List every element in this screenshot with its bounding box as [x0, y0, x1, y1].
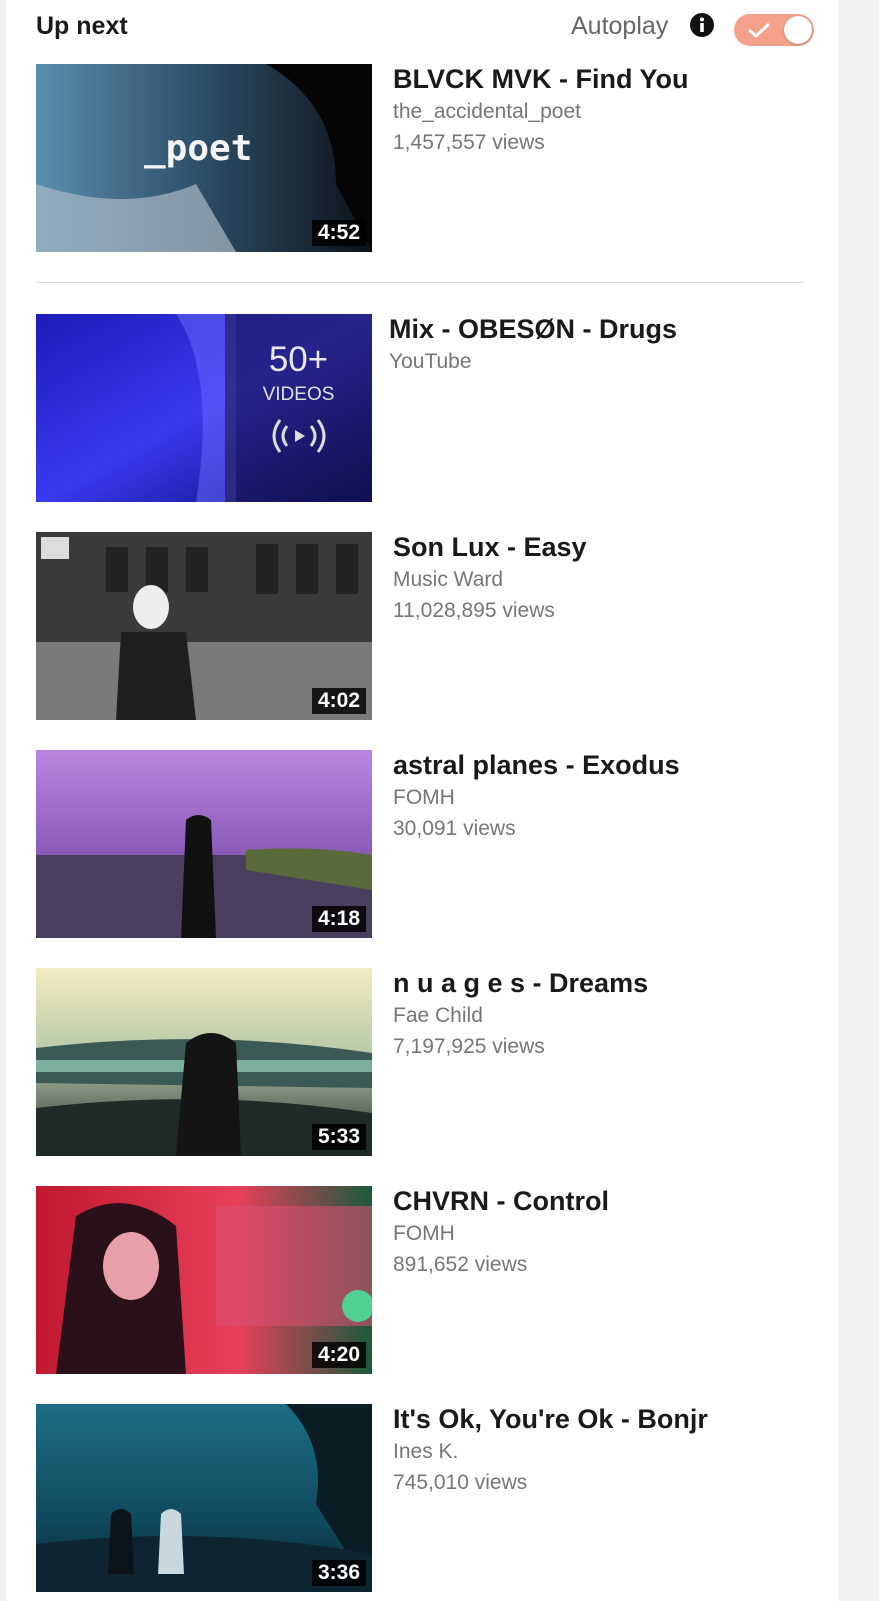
duration-badge: 4:52	[311, 220, 366, 246]
thumbnail-overlay-text: _poet	[144, 128, 252, 169]
view-count: 30,091 views	[393, 817, 516, 840]
video-title[interactable]: CHVRN - Control	[393, 1186, 609, 1217]
duration-badge: 4:02	[311, 688, 366, 714]
scrollbar-track[interactable]	[838, 0, 879, 1601]
channel-name: FOMH	[393, 1222, 455, 1245]
up-next-panel: Up next Autoplay _poet 4:52 BLVCK MVK - …	[6, 0, 838, 1601]
playlist-count: 50+	[268, 340, 329, 379]
video-title[interactable]: It's Ok, You're Ok - Bonjr	[393, 1404, 708, 1435]
channel-name: Fae Child	[393, 1004, 483, 1027]
video-title[interactable]: n u a g e s - Dreams	[393, 968, 648, 999]
video-title[interactable]: Son Lux - Easy	[393, 532, 587, 563]
channel-name: the_accidental_poet	[393, 100, 581, 123]
up-next-header: Up next Autoplay	[6, 0, 838, 56]
view-count: 11,028,895 views	[393, 599, 555, 622]
view-count: 745,010 views	[393, 1471, 528, 1494]
video-thumbnail[interactable]: 4:20	[36, 1186, 372, 1374]
autoplay-label: Autoplay	[571, 12, 669, 40]
check-icon	[748, 22, 771, 39]
video-item[interactable]: 4:18 astral planes - Exodus FOMH 30,091 …	[36, 750, 816, 940]
video-thumbnail[interactable]: 3:36	[36, 1404, 372, 1592]
toggle-knob	[784, 16, 812, 44]
mix-broadcast-icon	[272, 419, 326, 453]
playlist-thumbnail[interactable]: 50+ VIDEOS	[36, 314, 372, 502]
playlist-count-label: VIDEOS	[262, 384, 335, 405]
up-next-heading: Up next	[36, 12, 128, 40]
playlist-title[interactable]: Mix - OBESØN - Drugs	[389, 314, 677, 345]
video-thumbnail[interactable]: 4:18	[36, 750, 372, 938]
view-count: 891,652 views	[393, 1253, 528, 1276]
autoplay-toggle[interactable]	[734, 14, 814, 46]
duration-badge: 4:20	[311, 1342, 366, 1368]
video-item[interactable]: 4:02 Son Lux - Easy Music Ward 11,028,89…	[36, 532, 816, 722]
video-item[interactable]: _poet 4:52 BLVCK MVK - Find You the_acci…	[36, 64, 816, 254]
view-count: 7,197,925 views	[393, 1035, 545, 1058]
channel-name: FOMH	[393, 786, 455, 809]
video-thumbnail[interactable]: 4:02	[36, 532, 372, 720]
channel-name: Ines K.	[393, 1440, 459, 1463]
video-thumbnail[interactable]: 5:33	[36, 968, 372, 1156]
view-count: 1,457,557 views	[393, 131, 545, 154]
video-item[interactable]: 5:33 n u a g e s - Dreams Fae Child 7,19…	[36, 968, 816, 1158]
video-item[interactable]: 3:36 It's Ok, You're Ok - Bonjr Ines K. …	[36, 1404, 816, 1594]
duration-badge: 4:18	[311, 906, 366, 932]
info-icon[interactable]	[689, 12, 715, 38]
playlist-overlay: 50+ VIDEOS	[225, 314, 372, 502]
duration-badge: 3:36	[311, 1560, 366, 1586]
video-title[interactable]: astral planes - Exodus	[393, 750, 680, 781]
divider	[36, 282, 804, 283]
channel-name: YouTube	[389, 350, 472, 373]
channel-name: Music Ward	[393, 568, 504, 591]
playlist-item[interactable]: 50+ VIDEOS Mix - OBESØN - Drugs YouTube	[36, 314, 816, 504]
duration-badge: 5:33	[311, 1124, 366, 1150]
video-thumbnail[interactable]: _poet 4:52	[36, 64, 372, 252]
video-item[interactable]: 4:20 CHVRN - Control FOMH 891,652 views	[36, 1186, 816, 1376]
video-title[interactable]: BLVCK MVK - Find You	[393, 64, 688, 95]
